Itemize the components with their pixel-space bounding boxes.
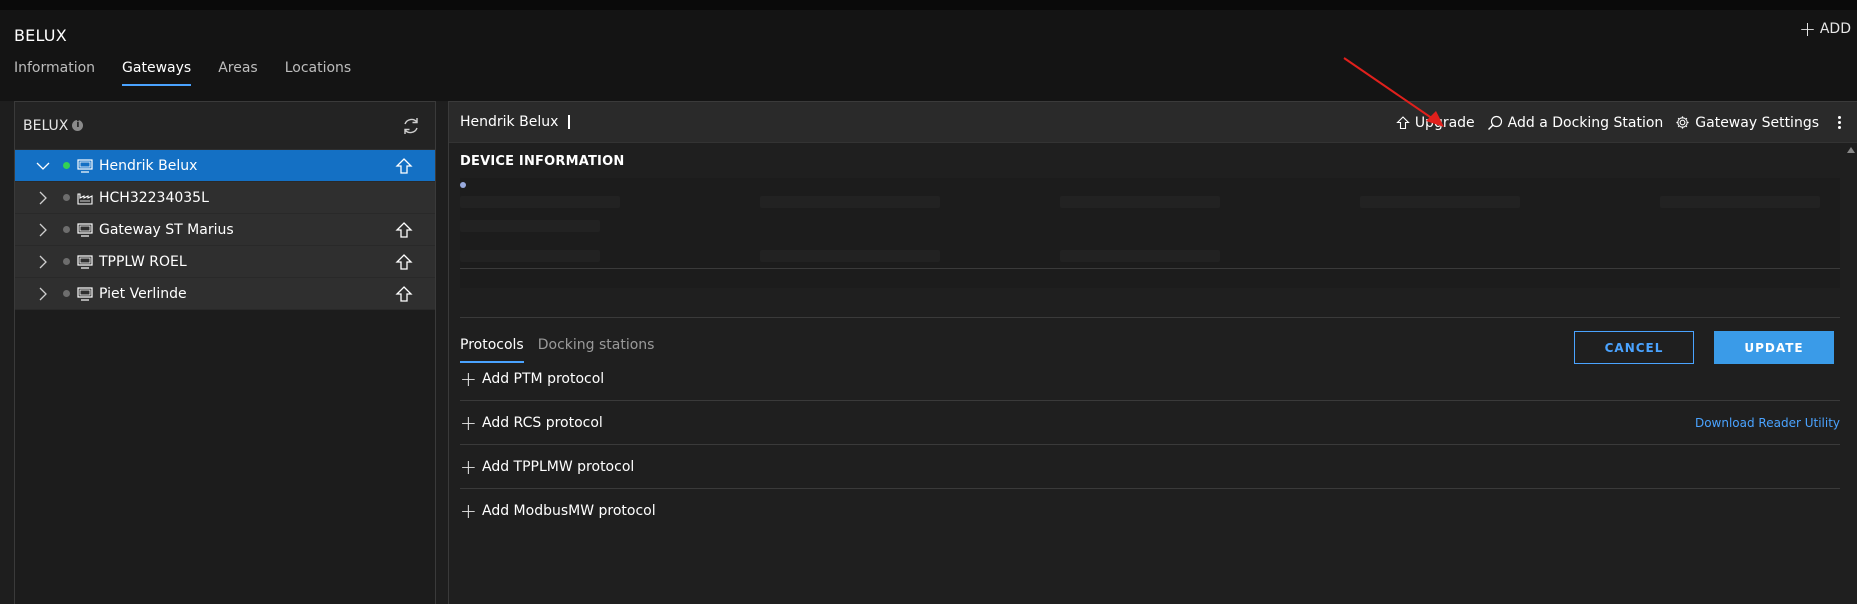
redacted-field (760, 196, 940, 208)
window-top-strip (0, 0, 1857, 10)
tab-areas[interactable]: Areas (218, 60, 258, 86)
tree-item-label: Hendrik Belux (99, 157, 198, 174)
redacted-field (460, 250, 600, 262)
add-tpplmw-protocol-row[interactable]: + Add TPPLMW protocol (460, 445, 1840, 489)
scrollbar[interactable] (1847, 158, 1857, 604)
plus-icon: + (460, 454, 477, 479)
tab-locations[interactable]: Locations (285, 60, 352, 86)
redacted-field (1060, 196, 1220, 208)
monitor-icon (77, 254, 93, 269)
redacted-field (1060, 250, 1220, 262)
text-cursor (568, 115, 571, 129)
add-ptm-protocol-row[interactable]: + Add PTM protocol (460, 357, 1840, 401)
gateway-settings-button[interactable]: Gateway Settings (1675, 115, 1819, 131)
redacted-field (760, 250, 940, 262)
tree-item-hendrik-belux[interactable]: Hendrik Belux (15, 150, 435, 182)
download-reader-utility-link[interactable]: Download Reader Utility (1695, 416, 1840, 430)
upgrade-icon[interactable] (395, 285, 413, 303)
chevron-down-icon[interactable] (35, 158, 51, 174)
factory-icon (77, 192, 93, 205)
device-information-title: DEVICE INFORMATION (460, 154, 625, 169)
status-offline-dot (63, 194, 70, 201)
scroll-up-arrow-icon[interactable] (1847, 147, 1855, 153)
redacted-field (1360, 196, 1520, 208)
gateway-name: Hendrik Belux (460, 114, 559, 130)
section-divider (460, 268, 1840, 269)
monitor-icon (77, 158, 93, 173)
add-button[interactable]: + ADD (1799, 17, 1851, 41)
refresh-icon[interactable] (401, 116, 421, 136)
gateway-actions: Upgrade Add a Docking Station Gateway Se… (1395, 102, 1857, 143)
tree-item-label: Gateway ST Marius (99, 221, 234, 238)
tree-item-tpplw-roel[interactable]: TPPLW ROEL (15, 246, 435, 278)
page-title: BELUX (14, 26, 67, 45)
plus-icon: + (460, 366, 477, 391)
plus-icon: + (460, 410, 477, 435)
status-offline-dot (63, 226, 70, 233)
plus-icon: + (1799, 17, 1816, 41)
status-online-dot (63, 162, 70, 169)
add-docking-station-button[interactable]: Add a Docking Station (1487, 114, 1664, 131)
field-indicator (460, 182, 466, 188)
status-offline-dot (63, 290, 70, 297)
chevron-right-icon[interactable] (35, 286, 51, 302)
add-rcs-protocol-row[interactable]: + Add RCS protocol Download Reader Utili… (460, 401, 1840, 445)
add-docking-station-label: Add a Docking Station (1507, 114, 1664, 131)
tab-information[interactable]: Information (14, 60, 95, 86)
add-modbusmw-protocol-row[interactable]: + Add ModbusMW protocol (460, 489, 1840, 533)
upgrade-icon[interactable] (395, 253, 413, 271)
protocol-label: Add PTM protocol (482, 370, 605, 387)
tree-item-label: HCH32234035L (99, 189, 209, 206)
redacted-field (1660, 196, 1820, 208)
plus-icon: + (460, 499, 477, 523)
monitor-icon (77, 222, 93, 237)
tab-gateways[interactable]: Gateways (122, 60, 192, 86)
redacted-field (460, 196, 620, 208)
status-offline-dot (63, 258, 70, 265)
main-tabs: Information Gateways Areas Locations (14, 60, 351, 86)
gateway-settings-label: Gateway Settings (1695, 114, 1819, 131)
page-header: BELUX + ADD Information Gateways Areas L… (0, 10, 1857, 101)
tree-item-piet-verlinde[interactable]: Piet Verlinde (15, 278, 435, 310)
more-options-icon[interactable] (1831, 116, 1847, 129)
tree-item-gateway-st-marius[interactable]: Gateway ST Marius (15, 214, 435, 246)
tree-item-label: TPPLW ROEL (99, 253, 187, 270)
gear-icon (1676, 116, 1689, 129)
gateway-detail-panel: Hendrik Belux Upgrade Add a Docking Stat… (448, 101, 1857, 604)
gateway-tree-header: BELUX i (15, 102, 435, 150)
info-icon[interactable]: i (72, 120, 84, 131)
upgrade-icon[interactable] (395, 157, 413, 175)
section-divider (460, 317, 1840, 318)
chevron-right-icon[interactable] (35, 254, 51, 270)
protocol-label: Add RCS protocol (482, 414, 603, 431)
upgrade-button[interactable]: Upgrade (1395, 114, 1475, 131)
upgrade-icon[interactable] (395, 221, 413, 239)
protocol-label: Add ModbusMW protocol (482, 503, 656, 519)
tree-item-label: Piet Verlinde (99, 285, 187, 302)
tree-title: BELUX (23, 117, 69, 134)
gateway-tree-panel: BELUX i Hendrik Belux HCH32234035L Gatew… (14, 101, 436, 604)
upgrade-label: Upgrade (1414, 114, 1475, 131)
add-button-label: ADD (1819, 21, 1851, 37)
upgrade-icon (1395, 115, 1410, 129)
gateway-detail-header: Hendrik Belux Upgrade Add a Docking Stat… (449, 102, 1857, 143)
device-information-content (460, 178, 1840, 288)
redacted-field (460, 220, 600, 232)
protocol-label: Add TPPLMW protocol (482, 458, 635, 475)
search-icon (1487, 115, 1502, 130)
monitor-icon (77, 286, 93, 301)
chevron-right-icon[interactable] (35, 190, 51, 206)
tree-item-hch32234035l[interactable]: HCH32234035L (15, 182, 435, 214)
chevron-right-icon[interactable] (35, 222, 51, 238)
